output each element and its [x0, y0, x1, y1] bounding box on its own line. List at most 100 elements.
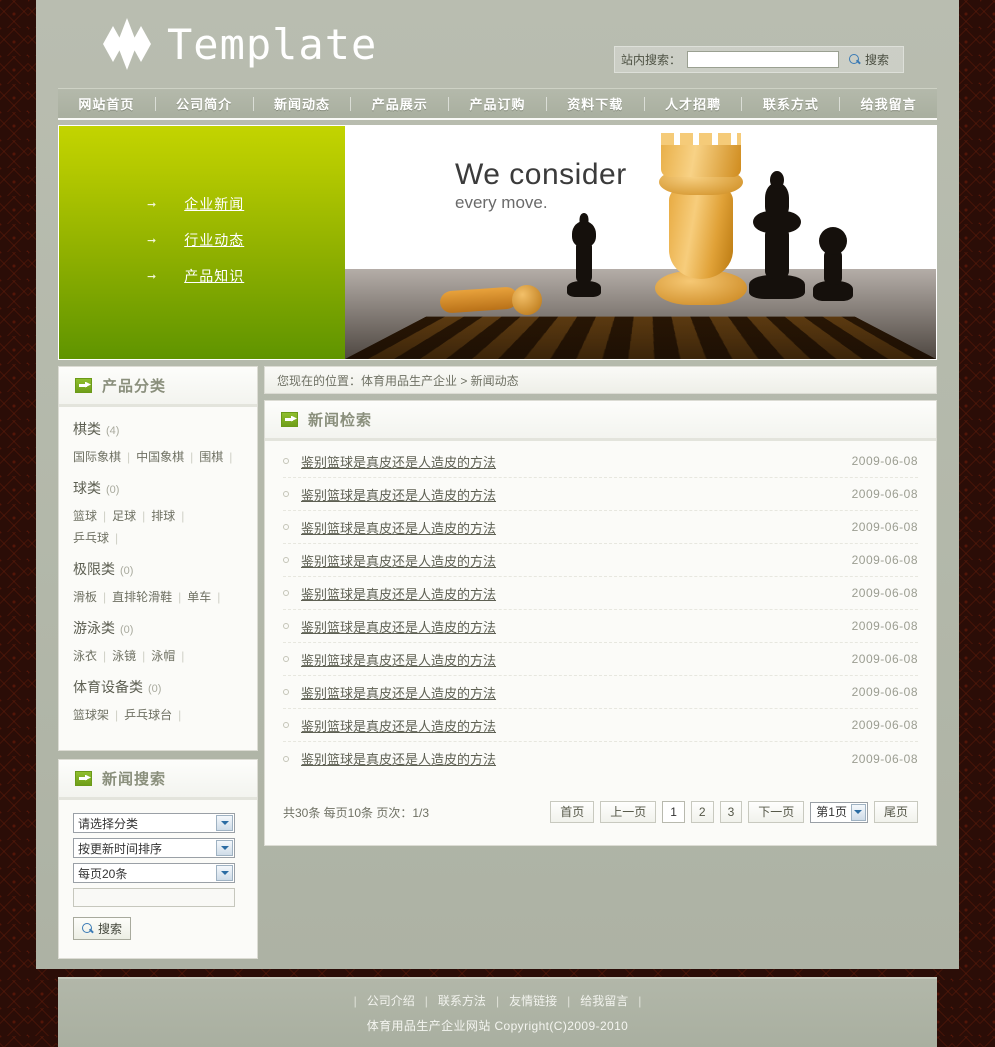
news-title[interactable]: 鉴别篮球是真皮还是人造皮的方法	[301, 650, 852, 669]
banner-photo: We consider every move.	[345, 126, 936, 359]
banner-headline: We consider	[455, 158, 627, 191]
news-row[interactable]: 鉴别篮球是真皮还是人造皮的方法 2009-06-08	[283, 511, 918, 544]
category-group: 游泳类 (0) 泳衣 | 泳镜 | 泳帽 |	[73, 618, 243, 667]
product-categories-panel: 产品分类 棋类 (4) 国际象棋 | 中国象棋 | 围棋 | 球类 (0) 篮球…	[58, 366, 258, 751]
subcategory[interactable]: 篮球	[73, 509, 97, 523]
news-row[interactable]: 鉴别篮球是真皮还是人造皮的方法 2009-06-08	[283, 742, 918, 775]
search-button[interactable]: 搜索	[845, 50, 897, 69]
nav-item-about[interactable]: 公司简介	[156, 94, 253, 113]
news-row[interactable]: 鉴别篮球是真皮还是人造皮的方法 2009-06-08	[283, 445, 918, 478]
main-column: 您现在的位置：体育用品生产企业 > 新闻动态 新闻检索 鉴别篮球是真皮还是人造皮…	[264, 366, 937, 854]
subcategory[interactable]: 单车	[187, 590, 211, 604]
news-date: 2009-06-08	[851, 619, 918, 633]
nav-item-order[interactable]: 产品订购	[449, 94, 546, 113]
news-pagesize-select[interactable]: 每页20条	[73, 863, 235, 883]
footer-link-about[interactable]: 公司介绍	[367, 992, 415, 1009]
bullet-icon	[283, 623, 289, 629]
news-title[interactable]: 鉴别篮球是真皮还是人造皮的方法	[301, 452, 852, 471]
nav-item-news[interactable]: 新闻动态	[254, 94, 351, 113]
bullet-icon	[283, 557, 289, 563]
content-area: 产品分类 棋类 (4) 国际象棋 | 中国象棋 | 围棋 | 球类 (0) 篮球…	[58, 366, 937, 967]
banner-link-corporate-news[interactable]: ➞ 企业新闻	[147, 194, 244, 214]
bullet-icon	[283, 722, 289, 728]
pagination-last-button[interactable]: 尾页	[873, 801, 918, 823]
pagination-prev-button[interactable]: 上一页	[600, 801, 657, 823]
subcategory[interactable]: 篮球架	[73, 708, 109, 722]
news-category-select[interactable]: 请选择分类	[73, 813, 235, 833]
breadcrumb: 您现在的位置：体育用品生产企业 > 新闻动态	[264, 366, 937, 394]
news-title[interactable]: 鉴别篮球是真皮还是人造皮的方法	[301, 683, 852, 702]
news-row[interactable]: 鉴别篮球是真皮还是人造皮的方法 2009-06-08	[283, 610, 918, 643]
news-row[interactable]: 鉴别篮球是真皮还是人造皮的方法 2009-06-08	[283, 676, 918, 709]
subcategory[interactable]: 乒乓球台	[124, 708, 172, 722]
search-input[interactable]	[686, 51, 839, 68]
pagination-jump-select[interactable]: 第1页	[810, 801, 868, 823]
category-count: (0)	[120, 565, 134, 577]
divider: |	[178, 590, 182, 604]
news-date: 2009-06-08	[851, 652, 918, 666]
nav-item-products[interactable]: 产品展示	[351, 94, 448, 113]
subcategory[interactable]: 泳镜	[112, 649, 136, 663]
category-name[interactable]: 球类	[73, 480, 101, 496]
banner-link-industry-trends[interactable]: ➞ 行业动态	[147, 230, 244, 250]
footer-link-guestbook[interactable]: 给我留言	[580, 992, 628, 1009]
subcategory[interactable]: 泳帽	[151, 649, 175, 663]
category-name[interactable]: 极限类	[73, 561, 115, 577]
pagination-page-2[interactable]: 2	[690, 801, 714, 823]
subcategory[interactable]: 直排轮滑鞋	[112, 590, 172, 604]
news-title[interactable]: 鉴别篮球是真皮还是人造皮的方法	[301, 749, 852, 768]
news-row[interactable]: 鉴别篮球是真皮还是人造皮的方法 2009-06-08	[283, 643, 918, 676]
subcategory[interactable]: 中国象棋	[136, 450, 184, 464]
pagination-first-button[interactable]: 首页	[550, 801, 595, 823]
divider: |	[115, 531, 119, 545]
news-title[interactable]: 鉴别篮球是真皮还是人造皮的方法	[301, 485, 852, 504]
news-title[interactable]: 鉴别篮球是真皮还是人造皮的方法	[301, 551, 852, 570]
pagination-page-1[interactable]: 1	[662, 801, 685, 823]
news-row[interactable]: 鉴别篮球是真皮还是人造皮的方法 2009-06-08	[283, 544, 918, 577]
news-title[interactable]: 鉴别篮球是真皮还是人造皮的方法	[301, 716, 852, 735]
category-name[interactable]: 游泳类	[73, 620, 115, 636]
product-categories-title: 产品分类	[102, 378, 167, 395]
pagination-page-3[interactable]: 3	[719, 801, 743, 823]
news-title[interactable]: 鉴别篮球是真皮还是人造皮的方法	[301, 518, 852, 537]
news-list-header: 新闻检索	[265, 401, 936, 441]
news-row[interactable]: 鉴别篮球是真皮还是人造皮的方法 2009-06-08	[283, 577, 918, 610]
news-sort-select[interactable]: 按更新时间排序	[73, 838, 235, 858]
news-row[interactable]: 鉴别篮球是真皮还是人造皮的方法 2009-06-08	[283, 709, 918, 742]
search-label: 站内搜索：	[620, 53, 681, 67]
page-root: Template 站内搜索： 搜索 网站首页 公司简介 新闻动态 产品展示 产品…	[0, 0, 995, 1047]
footer-copyright: 体育用品生产企业网站 Copyright(C)2009-2010	[366, 1019, 629, 1033]
footer-link-friends[interactable]: 友情链接	[509, 992, 557, 1009]
arrow-square-icon	[75, 771, 92, 786]
subcategory[interactable]: 足球	[112, 509, 136, 523]
news-row[interactable]: 鉴别篮球是真皮还是人造皮的方法 2009-06-08	[283, 478, 918, 511]
news-list-panel: 新闻检索 鉴别篮球是真皮还是人造皮的方法 2009-06-08 鉴别篮球是真皮还…	[264, 400, 937, 846]
site-logo[interactable]: Template	[101, 18, 377, 70]
pagination-next-button[interactable]: 下一页	[748, 801, 805, 823]
nav-item-contact[interactable]: 联系方式	[742, 94, 839, 113]
pagination-info: 共30条 每页10条 页次：1/3	[283, 805, 430, 820]
banner-link-product-knowledge[interactable]: ➞ 产品知识	[147, 266, 244, 286]
nav-item-guestbook[interactable]: 给我留言	[840, 94, 937, 113]
news-keyword-input[interactable]	[73, 888, 235, 907]
nav-item-downloads[interactable]: 资料下载	[547, 94, 644, 113]
diamond-cluster-icon	[101, 18, 153, 70]
bullet-icon	[283, 689, 289, 695]
category-name[interactable]: 棋类	[73, 421, 101, 437]
subcategory[interactable]: 国际象棋	[73, 450, 121, 464]
nav-item-careers[interactable]: 人才招聘	[645, 94, 742, 113]
subcategory[interactable]: 泳衣	[73, 649, 97, 663]
news-title[interactable]: 鉴别篮球是真皮还是人造皮的方法	[301, 617, 852, 636]
subcategory[interactable]: 围棋	[199, 450, 223, 464]
news-search-button[interactable]: 搜索	[73, 917, 132, 940]
subcategory[interactable]: 滑板	[73, 590, 97, 604]
nav-item-home[interactable]: 网站首页	[58, 94, 155, 113]
news-date: 2009-06-08	[851, 685, 918, 699]
news-title[interactable]: 鉴别篮球是真皮还是人造皮的方法	[301, 584, 852, 603]
subcategory[interactable]: 排球	[151, 509, 175, 523]
footer-link-contact[interactable]: 联系方法	[438, 992, 486, 1009]
subcategory[interactable]: 乒乓球	[73, 531, 109, 545]
category-name[interactable]: 体育设备类	[73, 679, 143, 695]
site-header: Template 站内搜索： 搜索	[36, 0, 959, 88]
bullet-icon	[283, 656, 289, 662]
